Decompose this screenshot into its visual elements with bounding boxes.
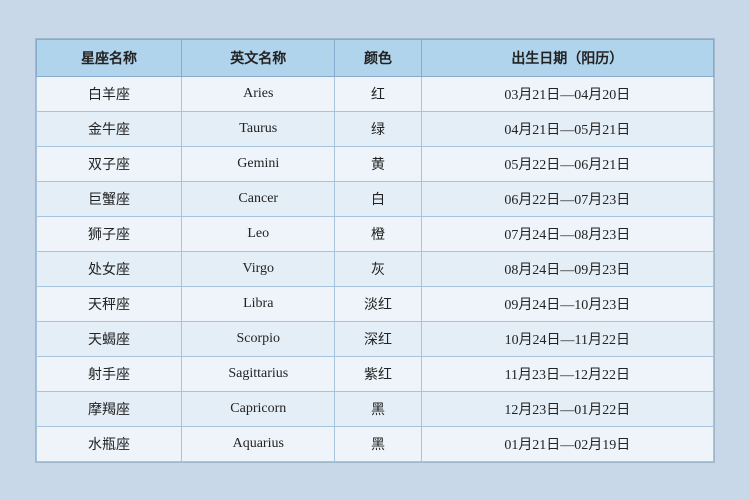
table-row: 白羊座Aries红03月21日—04月20日 [37, 76, 714, 111]
cell-color: 淡红 [335, 286, 421, 321]
cell-color: 绿 [335, 111, 421, 146]
col-header-date: 出生日期（阳历） [421, 39, 713, 76]
cell-date: 06月22日—07月23日 [421, 181, 713, 216]
table-row: 处女座Virgo灰08月24日—09月23日 [37, 251, 714, 286]
cell-chinese: 双子座 [37, 146, 182, 181]
cell-color: 黑 [335, 391, 421, 426]
cell-date: 07月24日—08月23日 [421, 216, 713, 251]
cell-color: 黑 [335, 426, 421, 461]
cell-date: 11月23日—12月22日 [421, 356, 713, 391]
table-row: 狮子座Leo橙07月24日—08月23日 [37, 216, 714, 251]
cell-date: 10月24日—11月22日 [421, 321, 713, 356]
cell-date: 08月24日—09月23日 [421, 251, 713, 286]
table-header-row: 星座名称 英文名称 颜色 出生日期（阳历） [37, 39, 714, 76]
cell-chinese: 处女座 [37, 251, 182, 286]
cell-color: 紫红 [335, 356, 421, 391]
cell-english: Scorpio [182, 321, 335, 356]
table-row: 水瓶座Aquarius黑01月21日—02月19日 [37, 426, 714, 461]
cell-date: 09月24日—10月23日 [421, 286, 713, 321]
cell-chinese: 狮子座 [37, 216, 182, 251]
table-row: 天秤座Libra淡红09月24日—10月23日 [37, 286, 714, 321]
cell-chinese: 白羊座 [37, 76, 182, 111]
cell-chinese: 摩羯座 [37, 391, 182, 426]
cell-color: 白 [335, 181, 421, 216]
zodiac-table-container: 星座名称 英文名称 颜色 出生日期（阳历） 白羊座Aries红03月21日—04… [35, 38, 715, 463]
table-body: 白羊座Aries红03月21日—04月20日金牛座Taurus绿04月21日—0… [37, 76, 714, 461]
cell-date: 04月21日—05月21日 [421, 111, 713, 146]
cell-english: Libra [182, 286, 335, 321]
cell-color: 橙 [335, 216, 421, 251]
cell-english: Capricorn [182, 391, 335, 426]
cell-date: 05月22日—06月21日 [421, 146, 713, 181]
cell-date: 12月23日—01月22日 [421, 391, 713, 426]
cell-chinese: 水瓶座 [37, 426, 182, 461]
zodiac-table: 星座名称 英文名称 颜色 出生日期（阳历） 白羊座Aries红03月21日—04… [36, 39, 714, 462]
col-header-english: 英文名称 [182, 39, 335, 76]
cell-chinese: 天秤座 [37, 286, 182, 321]
col-header-color: 颜色 [335, 39, 421, 76]
cell-english: Aquarius [182, 426, 335, 461]
cell-color: 灰 [335, 251, 421, 286]
table-row: 双子座Gemini黄05月22日—06月21日 [37, 146, 714, 181]
cell-color: 深红 [335, 321, 421, 356]
cell-english: Cancer [182, 181, 335, 216]
col-header-chinese: 星座名称 [37, 39, 182, 76]
cell-chinese: 天蝎座 [37, 321, 182, 356]
table-row: 巨蟹座Cancer白06月22日—07月23日 [37, 181, 714, 216]
cell-english: Virgo [182, 251, 335, 286]
table-row: 摩羯座Capricorn黑12月23日—01月22日 [37, 391, 714, 426]
cell-color: 黄 [335, 146, 421, 181]
table-row: 天蝎座Scorpio深红10月24日—11月22日 [37, 321, 714, 356]
table-row: 射手座Sagittarius紫红11月23日—12月22日 [37, 356, 714, 391]
cell-chinese: 金牛座 [37, 111, 182, 146]
cell-english: Aries [182, 76, 335, 111]
cell-chinese: 巨蟹座 [37, 181, 182, 216]
cell-english: Leo [182, 216, 335, 251]
cell-date: 03月21日—04月20日 [421, 76, 713, 111]
cell-chinese: 射手座 [37, 356, 182, 391]
table-row: 金牛座Taurus绿04月21日—05月21日 [37, 111, 714, 146]
cell-english: Sagittarius [182, 356, 335, 391]
cell-date: 01月21日—02月19日 [421, 426, 713, 461]
cell-english: Taurus [182, 111, 335, 146]
cell-color: 红 [335, 76, 421, 111]
cell-english: Gemini [182, 146, 335, 181]
